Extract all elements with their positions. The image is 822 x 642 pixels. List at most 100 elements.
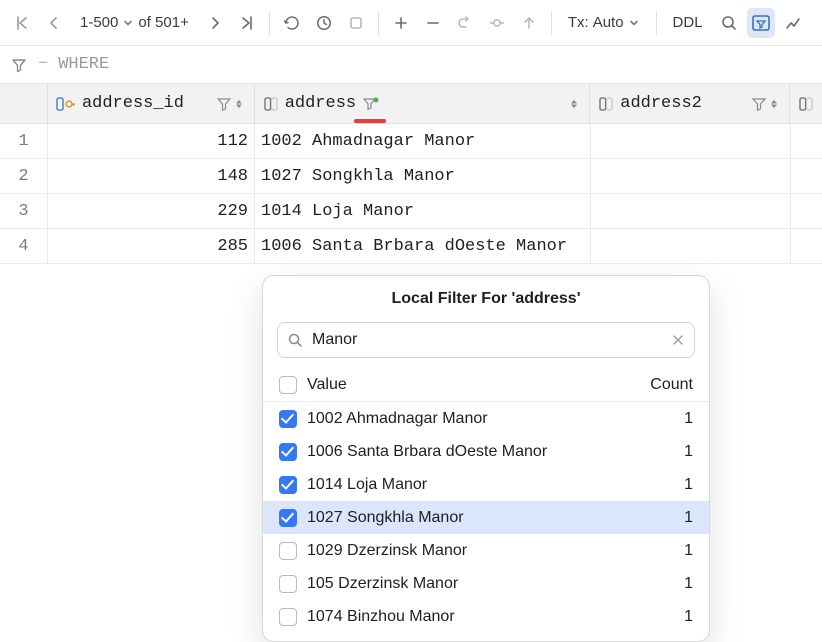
table-row[interactable]: 42851006 Santa Brbara dOeste Manor	[0, 229, 822, 264]
column-header-address2[interactable]: address2	[590, 84, 790, 123]
filter-option-row[interactable]: 1002 Ahmadnagar Manor1	[263, 402, 709, 435]
row-number: 2	[0, 159, 48, 193]
cell-tail[interactable]	[791, 229, 822, 263]
filter-option-checkbox[interactable]	[279, 575, 297, 593]
page-range-text: 1-500	[80, 14, 118, 31]
chart-icon	[784, 14, 802, 32]
data-rows: 11121002 Ahmadnagar Manor21481027 Songkh…	[0, 124, 822, 264]
filter-icon[interactable]	[216, 96, 232, 112]
filter-option-label: 105 Dzerzinsk Manor	[307, 575, 458, 593]
cell-tail[interactable]	[791, 194, 822, 228]
key-column-icon	[56, 96, 76, 112]
filter-option-label: 1074 Binzhou Manor	[307, 608, 455, 626]
chart-button[interactable]	[779, 8, 807, 38]
filter-option-checkbox[interactable]	[279, 608, 297, 626]
table-row[interactable]: 32291014 Loja Manor	[0, 194, 822, 229]
filter-option-checkbox[interactable]	[279, 476, 297, 494]
first-page-button[interactable]	[8, 8, 36, 38]
tx-label: Tx:	[568, 14, 589, 31]
filter-option-checkbox[interactable]	[279, 542, 297, 560]
popup-search-wrap	[277, 322, 695, 358]
cell-address[interactable]: 1006 Santa Brbara dOeste Manor	[255, 229, 591, 263]
add-button[interactable]	[387, 8, 415, 38]
popup-search-input[interactable]	[277, 322, 695, 358]
sort-icon[interactable]	[232, 97, 246, 111]
search-icon	[287, 332, 303, 348]
table-row[interactable]: 11121002 Ahmadnagar Manor	[0, 124, 822, 159]
cell-address2[interactable]	[591, 124, 791, 158]
filter-option-row[interactable]: 105 Dzerzinsk Manor 1	[263, 567, 709, 600]
cell-address-id[interactable]: 148	[48, 159, 255, 193]
filter-view-button[interactable]	[747, 8, 775, 38]
filter-option-count: 1	[679, 476, 693, 494]
cell-tail[interactable]	[791, 159, 822, 193]
row-number: 4	[0, 229, 48, 263]
remove-button[interactable]	[419, 8, 447, 38]
cell-address2[interactable]	[591, 194, 791, 228]
column-header-address[interactable]: address	[255, 84, 591, 123]
search-icon	[720, 14, 738, 32]
cell-address2[interactable]	[591, 229, 791, 263]
filter-option-count: 1	[679, 443, 693, 461]
filter-option-row[interactable]: 1074 Binzhou Manor 1	[263, 600, 709, 633]
cell-address2[interactable]	[591, 159, 791, 193]
row-number: 3	[0, 194, 48, 228]
cell-address[interactable]: 1002 Ahmadnagar Manor	[255, 124, 591, 158]
filter-active-icon[interactable]	[362, 96, 380, 112]
column-label: address	[285, 94, 356, 113]
filter-option-label: 1002 Ahmadnagar Manor	[307, 410, 488, 428]
popup-items: 1002 Ahmadnagar Manor11006 Santa Brbara …	[263, 402, 709, 633]
filter-option-count: 1	[679, 575, 693, 593]
column-header-tail[interactable]	[790, 84, 822, 123]
separator	[551, 11, 552, 35]
tx-mode-selector[interactable]: Tx: Auto	[560, 8, 648, 38]
clear-search-button[interactable]	[671, 333, 685, 347]
filter-option-label: 1006 Santa Brbara dOeste Manor	[307, 443, 547, 461]
tx-mode: Auto	[593, 14, 624, 31]
cell-address-id[interactable]: 112	[48, 124, 255, 158]
ddl-button[interactable]: DDL	[665, 14, 711, 31]
column-header-row: address_id address address2	[0, 84, 822, 124]
submit-button[interactable]	[515, 8, 543, 38]
page-of-text: of 501+	[138, 14, 188, 31]
history-button[interactable]	[310, 8, 338, 38]
where-filter-bar[interactable]: − WHERE	[0, 46, 822, 84]
filter-option-checkbox[interactable]	[279, 509, 297, 527]
cell-address[interactable]: 1027 Songkhla Manor	[255, 159, 591, 193]
column-icon	[263, 96, 279, 112]
revert-button[interactable]	[451, 8, 479, 38]
cell-address-id[interactable]: 285	[48, 229, 255, 263]
search-button[interactable]	[715, 8, 743, 38]
next-page-button[interactable]	[201, 8, 229, 38]
row-number: 1	[0, 124, 48, 158]
toolbar: 1-500 of 501+ Tx: Auto DDL	[0, 0, 822, 46]
cell-tail[interactable]	[791, 124, 822, 158]
filter-option-row[interactable]: 1014 Loja Manor 1	[263, 468, 709, 501]
filter-option-checkbox[interactable]	[279, 410, 297, 428]
filter-icon[interactable]	[751, 96, 767, 112]
funnel-icon	[10, 56, 28, 74]
cell-address[interactable]: 1014 Loja Manor	[255, 194, 591, 228]
column-header-address-id[interactable]: address_id	[48, 84, 255, 123]
filter-option-row[interactable]: 1006 Santa Brbara dOeste Manor 1	[263, 435, 709, 468]
sort-icon[interactable]	[767, 97, 781, 111]
commit-button[interactable]	[483, 8, 511, 38]
sort-icon[interactable]	[567, 97, 581, 111]
cell-address-id[interactable]: 229	[48, 194, 255, 228]
refresh-button[interactable]	[278, 8, 306, 38]
table-row[interactable]: 21481027 Songkhla Manor	[0, 159, 822, 194]
page-range-selector[interactable]: 1-500 of 501+	[72, 8, 197, 38]
filter-option-count: 1	[679, 608, 693, 626]
filter-option-label: 1014 Loja Manor	[307, 476, 427, 494]
prev-page-button[interactable]	[40, 8, 68, 38]
red-underline-mark	[354, 119, 386, 123]
filter-option-checkbox[interactable]	[279, 443, 297, 461]
last-page-button[interactable]	[233, 8, 261, 38]
chevron-down-icon	[122, 17, 134, 29]
select-all-checkbox[interactable]	[279, 376, 297, 394]
column-icon	[798, 96, 814, 112]
stop-button[interactable]	[342, 8, 370, 38]
filter-option-row[interactable]: 1027 Songkhla Manor1	[263, 501, 709, 534]
filter-option-row[interactable]: 1029 Dzerzinsk Manor1	[263, 534, 709, 567]
gutter-header	[0, 84, 48, 123]
